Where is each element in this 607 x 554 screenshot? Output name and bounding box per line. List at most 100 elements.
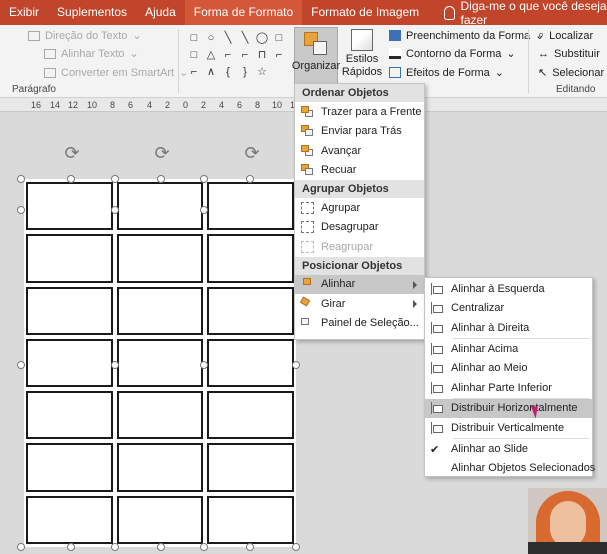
bring-to-front-item[interactable]: Trazer para a Frente bbox=[295, 102, 424, 122]
tab-ajuda[interactable]: Ajuda bbox=[136, 0, 185, 25]
ungroup-item[interactable]: Desagrupar bbox=[295, 218, 424, 238]
shape-brace-right[interactable]: } bbox=[237, 64, 253, 79]
shape-line[interactable]: ╲ bbox=[220, 30, 236, 45]
bring-forward-item[interactable]: Avançar bbox=[295, 141, 424, 161]
rectangle-shape[interactable] bbox=[116, 443, 204, 492]
rectangle-shape[interactable] bbox=[26, 286, 113, 335]
align-bottom-item[interactable]: Alinhar Parte Inferior bbox=[425, 378, 592, 398]
resize-handle[interactable] bbox=[17, 543, 25, 551]
align-selected-objects-item[interactable]: Alinhar Objetos Selecionados bbox=[425, 458, 595, 478]
shape-connector[interactable]: ⌐ bbox=[220, 47, 236, 62]
resize-handle[interactable] bbox=[67, 543, 75, 551]
rectangle-shape[interactable] bbox=[207, 338, 294, 388]
rectangle-shape[interactable] bbox=[26, 391, 113, 440]
tab-forma-de-formato[interactable]: Forma de Formato bbox=[184, 0, 303, 25]
rectangle-shape[interactable] bbox=[26, 495, 113, 544]
tab-suplementos[interactable]: Suplementos bbox=[48, 0, 136, 25]
resize-handle[interactable] bbox=[246, 543, 254, 551]
rectangle-shape[interactable] bbox=[207, 391, 294, 440]
resize-handle[interactable] bbox=[111, 175, 119, 183]
text-direction-button[interactable]: Direção do Texto ⌄ bbox=[28, 29, 142, 42]
rectangle-shape[interactable] bbox=[26, 338, 113, 388]
resize-handle[interactable] bbox=[200, 206, 208, 214]
align-text-button[interactable]: Alinhar Texto ⌄ bbox=[44, 47, 139, 60]
shape-connector-3[interactable]: ⌐ bbox=[271, 47, 287, 62]
rectangle-shape[interactable] bbox=[116, 182, 204, 231]
shape-oval[interactable]: ○ bbox=[203, 30, 219, 45]
rectangle-shape[interactable] bbox=[116, 286, 204, 335]
resize-handle[interactable] bbox=[292, 543, 300, 551]
tab-exibir[interactable]: Exibir bbox=[0, 0, 48, 25]
resize-handle[interactable] bbox=[157, 175, 165, 183]
resize-handle[interactable] bbox=[200, 543, 208, 551]
group-item[interactable]: Agrupar bbox=[295, 198, 424, 218]
resize-handle[interactable] bbox=[200, 175, 208, 183]
shape-brace-left[interactable]: { bbox=[220, 64, 236, 79]
send-to-back-item[interactable]: Enviar para Trás bbox=[295, 122, 424, 142]
tab-formato-de-imagem[interactable]: Formato de Imagem bbox=[302, 0, 428, 25]
shape-outline-button[interactable]: Contorno da Forma ⌄ bbox=[389, 47, 516, 60]
rectangle-shape[interactable] bbox=[26, 443, 113, 492]
resize-handle[interactable] bbox=[111, 543, 119, 551]
resize-handle[interactable] bbox=[246, 175, 254, 183]
regroup-item[interactable]: Reagrupar bbox=[295, 237, 424, 257]
align-right-item[interactable]: Alinhar à Direita bbox=[425, 318, 592, 338]
align-item[interactable]: Alinhar bbox=[295, 274, 424, 294]
rectangle-shape[interactable] bbox=[116, 234, 204, 283]
rotate-handle-icon[interactable]: ⟳ bbox=[152, 143, 172, 163]
rectangle-shape[interactable] bbox=[116, 338, 204, 388]
quick-styles-button[interactable]: Estilos Rápidos bbox=[340, 29, 384, 79]
shape-connector-2[interactable]: ⌐ bbox=[237, 47, 253, 62]
shape-rectangle[interactable]: □ bbox=[186, 30, 202, 45]
align-left-item[interactable]: Alinhar à Esquerda bbox=[425, 279, 592, 299]
select-button[interactable]: ↖ Selecionar⌄ bbox=[538, 66, 607, 80]
send-backward-item[interactable]: Recuar bbox=[295, 161, 424, 181]
rectangle-shape[interactable] bbox=[116, 495, 204, 544]
shape-rect-2[interactable]: □ bbox=[271, 30, 287, 45]
rectangle-shape[interactable] bbox=[207, 286, 294, 335]
ruler-tick: 14 bbox=[50, 100, 61, 110]
resize-handle[interactable] bbox=[111, 206, 119, 214]
replace-button[interactable]: ↔ Substituir⌄ bbox=[538, 47, 607, 61]
rotate-item[interactable]: Girar bbox=[295, 294, 424, 314]
resize-handle[interactable] bbox=[67, 175, 75, 183]
align-to-slide-item[interactable]: ✔ Alinhar ao Slide bbox=[425, 439, 592, 459]
resize-handle[interactable] bbox=[111, 361, 119, 369]
resize-handle[interactable] bbox=[200, 361, 208, 369]
convert-smartart-button[interactable]: Converter em SmartArt ⌄ bbox=[44, 66, 188, 79]
rectangle-shape[interactable] bbox=[207, 443, 294, 492]
shape-circle[interactable]: ◯ bbox=[254, 30, 270, 45]
rectangle-shape[interactable] bbox=[116, 391, 204, 440]
resize-handle[interactable] bbox=[17, 206, 25, 214]
resize-handle[interactable] bbox=[17, 175, 25, 183]
align-middle-item[interactable]: Alinhar ao Meio bbox=[425, 358, 592, 378]
shape-rect-3[interactable]: □ bbox=[186, 47, 202, 62]
rectangle-shape[interactable] bbox=[26, 234, 113, 283]
rectangle-shape[interactable] bbox=[207, 182, 294, 231]
shape-fill-button[interactable]: Preenchimento da Forma ⌄ bbox=[389, 29, 544, 42]
rectangle-shape[interactable] bbox=[207, 495, 294, 544]
shape-freeform[interactable]: ∧ bbox=[203, 64, 219, 79]
ruler-tick: 16 bbox=[31, 100, 42, 110]
rectangle-shape[interactable] bbox=[207, 234, 294, 283]
rectangle-shape[interactable] bbox=[26, 182, 113, 231]
resize-handle[interactable] bbox=[157, 543, 165, 551]
selection-pane-item[interactable]: Painel de Seleção... bbox=[295, 314, 424, 334]
shape-star[interactable]: ☆ bbox=[254, 64, 270, 79]
shape-triangle[interactable]: △ bbox=[203, 47, 219, 62]
find-button[interactable]: ⌕ Localizar bbox=[538, 29, 593, 42]
shape-connector-4[interactable]: ⌐ bbox=[186, 64, 202, 79]
tell-me-box[interactable]: Diga-me o que você deseja fazer bbox=[428, 0, 607, 27]
distribute-horizontally-item[interactable]: Distribuir Horizontalmente bbox=[425, 398, 592, 419]
shape-effects-button[interactable]: Efeitos de Forma ⌄ bbox=[389, 66, 504, 79]
resize-handle[interactable] bbox=[17, 361, 25, 369]
rotate-handle-icon[interactable]: ⟳ bbox=[242, 143, 262, 163]
rotate-handle-icon[interactable]: ⟳ bbox=[62, 143, 82, 163]
shape-more[interactable] bbox=[271, 64, 287, 79]
resize-handle[interactable] bbox=[292, 361, 300, 369]
shape-bracket[interactable]: ⊓ bbox=[254, 47, 270, 62]
align-top-item[interactable]: Alinhar Acima bbox=[425, 339, 592, 359]
shape-arrow[interactable]: ╲ bbox=[237, 30, 253, 45]
align-center-item[interactable]: Centralizar bbox=[425, 299, 592, 319]
distribute-vertically-item[interactable]: Distribuir Verticalmente bbox=[425, 418, 592, 438]
